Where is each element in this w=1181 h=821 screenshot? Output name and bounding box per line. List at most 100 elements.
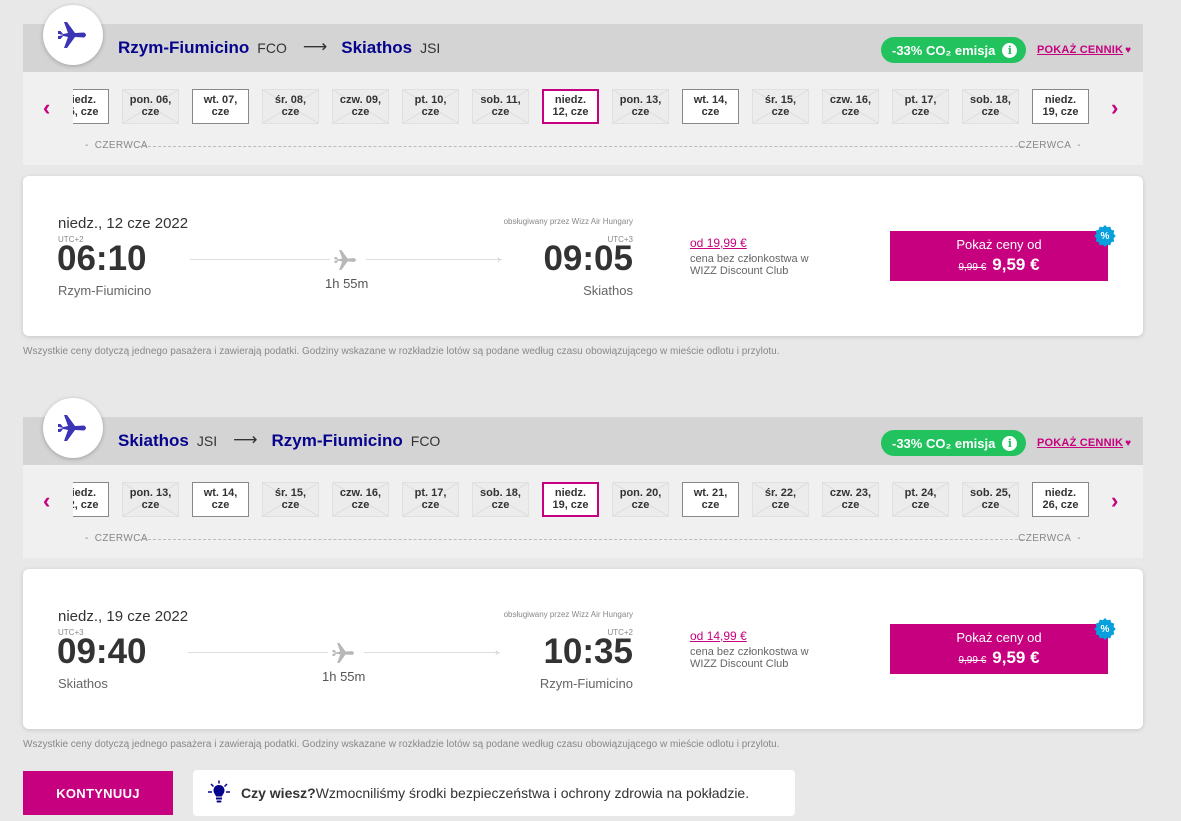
destination-code: JSI — [420, 40, 441, 56]
date-option: pt. 10, cze — [402, 89, 459, 124]
origin-city: Rzym-Fiumicino — [118, 38, 250, 57]
route-title: Rzym-Fiumicino FCO ⟶ Skiathos JSI — [118, 24, 440, 72]
operator-label: obsługiwany przez Wizz Air Hungary — [503, 217, 633, 226]
continue-button[interactable]: KONTYNUUJ — [23, 771, 173, 815]
route-header: Rzym-Fiumicino FCO ⟶ Skiathos JSI -33% C… — [23, 24, 1143, 72]
month-label-right: CZERWCA — [1018, 140, 1072, 151]
date-option: śr. 15, cze — [752, 89, 809, 124]
arrival-time: 10:35 — [543, 632, 633, 671]
route-title: Skiathos JSI ⟶ Rzym-Fiumicino FCO — [118, 417, 440, 465]
origin-city: Skiathos — [118, 431, 189, 450]
flight-card: niedz., 12 cze 2022 UTC+2 06:10 Rzym-Fiu… — [23, 176, 1143, 336]
regular-price-link[interactable]: od 14,99 € — [690, 629, 747, 643]
tip-title: Czy wiesz? — [241, 785, 316, 801]
date-option: pon. 06, cze — [122, 89, 179, 124]
show-pricing-link[interactable]: POKAŻ CENNIK ♥ — [1037, 437, 1131, 449]
airline-logo — [43, 5, 103, 65]
prev-dates-button[interactable]: ‹ — [43, 489, 50, 513]
discount-price: 9,59 € — [992, 648, 1040, 667]
operator-label: obsługiwany przez Wizz Air Hungary — [503, 610, 633, 619]
date-option: czw. 23, cze — [822, 482, 879, 517]
date-option[interactable]: niedz. 19, cze — [1032, 89, 1089, 124]
flight-duration: 1h 55m — [322, 669, 366, 684]
departure-city: Skiathos — [58, 676, 108, 691]
date-option[interactable]: wt. 21, cze — [682, 482, 739, 517]
date-option[interactable]: niedz. 26, cze — [1032, 482, 1089, 517]
date-option: śr. 15, cze — [262, 482, 319, 517]
arrival-city: Skiathos — [583, 283, 633, 298]
chevron-down-icon: ♥ — [1125, 45, 1132, 56]
date-option: sob. 18, cze — [962, 89, 1019, 124]
footer-bar: KONTYNUUJ Czy wiesz? Wzmocniliśmy środki … — [0, 770, 1181, 820]
date-option: pon. 20, cze — [612, 482, 669, 517]
plane-icon — [334, 250, 356, 270]
chevron-down-icon: ♥ — [1125, 438, 1132, 449]
date-option: śr. 08, cze — [262, 89, 319, 124]
arrow-right-icon: › — [495, 647, 499, 659]
date-selector: ‹ niedz.05, cze pon. 06,cze wt. 07,cze śr. … — [23, 72, 1143, 165]
percent-badge-icon: % — [1093, 224, 1117, 248]
co2-emission-badge[interactable]: -33% CO₂ emisja i — [881, 430, 1027, 456]
show-pricing-link[interactable]: POKAŻ CENNIK ♥ — [1037, 44, 1131, 56]
date-option: pon. 13, cze — [122, 482, 179, 517]
next-dates-button[interactable]: › — [1111, 489, 1118, 513]
show-prices-label: Pokaż ceny od — [956, 630, 1042, 645]
price-note: cena bez członkostwa w WIZZ Discount Clu… — [690, 646, 809, 670]
price-disclaimer: Wszystkie ceny dotyczą jednego pasażera … — [23, 739, 780, 750]
date-option: pon. 13, cze — [612, 89, 669, 124]
date-option[interactable]: wt. 14, cze — [682, 89, 739, 124]
month-indicator: - CZERWCA CZERWCA - — [85, 533, 1081, 544]
price-disclaimer: Wszystkie ceny dotyczą jednego pasażera … — [23, 346, 780, 357]
date-option: pt. 17, cze — [402, 482, 459, 517]
date-option: czw. 09, cze — [332, 89, 389, 124]
month-label-right: CZERWCA — [1018, 533, 1072, 544]
airline-logo — [43, 398, 103, 458]
flight-duration: 1h 55m — [325, 276, 369, 291]
origin-code: JSI — [196, 433, 218, 449]
tip-text: Wzmocniliśmy środki bezpieczeństwa i och… — [315, 785, 750, 801]
flight-card: niedz., 19 cze 2022 UTC+3 09:40 Skiathos… — [23, 569, 1143, 729]
date-option[interactable]: niedz.05, cze — [73, 89, 109, 124]
date-option[interactable]: niedz. 19, cze — [542, 482, 599, 517]
regular-price-link[interactable]: od 19,99 € — [690, 236, 747, 250]
show-prices-button[interactable]: Pokaż ceny od 9,99 € 9,59 € — [890, 624, 1108, 674]
destination-city: Skiathos — [341, 38, 413, 57]
discount-price: 9,59 € — [992, 255, 1040, 274]
next-dates-button[interactable]: › — [1111, 96, 1118, 120]
date-option: sob. 11, cze — [472, 89, 529, 124]
flight-date: niedz., 12 cze 2022 — [58, 215, 189, 232]
arrival-time: 09:05 — [543, 239, 633, 278]
prev-dates-button[interactable]: ‹ — [43, 96, 50, 120]
date-strip: niedz.05, cze pon. 06,cze wt. 07,cze śr. 08… — [73, 88, 1093, 126]
departure-city: Rzym-Fiumicino — [58, 283, 152, 298]
did-you-know-tip: Czy wiesz? Wzmocniliśmy środki bezpieczeń… — [193, 770, 795, 816]
date-option: sob. 25, cze — [962, 482, 1019, 517]
price-note: cena bez członkostwa w WIZZ Discount Clu… — [690, 253, 809, 277]
lightbulb-icon — [208, 780, 230, 803]
co2-emission-badge[interactable]: -33% CO₂ emisja i — [881, 37, 1027, 63]
show-prices-button[interactable]: Pokaż ceny od 9,99 € 9,59 € — [890, 231, 1108, 281]
date-option[interactable]: wt. 14, cze — [192, 482, 249, 517]
show-prices-label: Pokaż ceny od — [956, 237, 1042, 252]
route-arrow-icon: ⟶ — [302, 37, 328, 56]
date-option[interactable]: niedz.12, cze — [73, 482, 109, 517]
date-selector: ‹ niedz.12, cze pon. 13,cze wt. 14,cze śr. … — [23, 465, 1143, 558]
old-price: 9,99 € — [958, 262, 987, 273]
plane-icon — [332, 643, 354, 663]
co2-label: -33% CO₂ emisja — [892, 435, 996, 451]
departure-time: 06:10 — [57, 239, 147, 278]
date-option: czw. 16, cze — [332, 482, 389, 517]
date-option: śr. 22, cze — [752, 482, 809, 517]
departure-time: 09:40 — [57, 632, 147, 671]
old-price: 9,99 € — [958, 655, 987, 666]
info-icon[interactable]: i — [1002, 435, 1018, 451]
date-option[interactable]: niedz.12, cze — [542, 89, 599, 124]
arrival-city: Rzym-Fiumicino — [539, 676, 633, 691]
plane-icon — [58, 22, 86, 48]
date-option: pt. 24, cze — [892, 482, 949, 517]
route-header: Skiathos JSI ⟶ Rzym-Fiumicino FCO -33% C… — [23, 417, 1143, 465]
info-icon[interactable]: i — [1002, 42, 1018, 58]
destination-code: FCO — [410, 433, 441, 449]
date-option[interactable]: wt. 07, cze — [192, 89, 249, 124]
origin-code: FCO — [257, 40, 287, 56]
